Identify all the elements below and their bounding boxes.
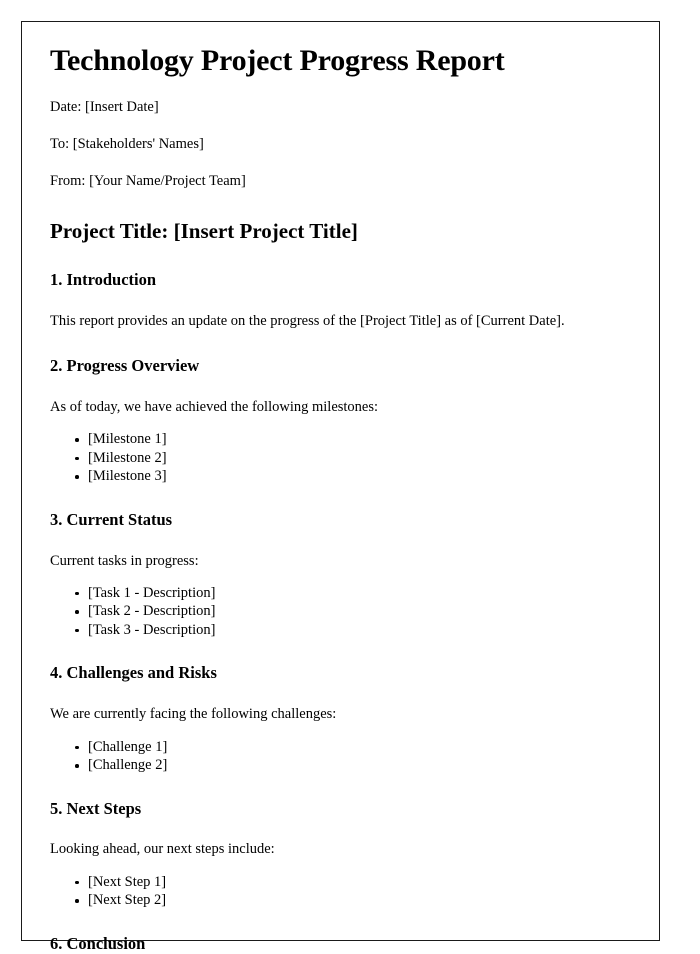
section-paragraph-progress-overview: As of today, we have achieved the follow… [50, 398, 379, 415]
task-list: [Task 1 - Description] [Task 2 - Descrip… [50, 584, 631, 640]
document-meta: Date: [Insert Date] To: [Stakeholders' N… [50, 99, 631, 191]
list-item: [Task 2 - Description] [75, 602, 631, 621]
project-title-heading: Project Title: [Insert Project Title] [50, 218, 358, 243]
list-item: [Next Step 2] [75, 891, 631, 910]
challenge-list: [Challenge 1] [Challenge 2] [50, 738, 631, 775]
section-heading-introduction: 1. Introduction [50, 269, 157, 289]
section-heading-challenges-and-risks: 4. Challenges and Risks [50, 663, 217, 683]
section-heading-progress-overview: 2. Progress Overview [50, 356, 200, 376]
document-body: Technology Project Progress Report Date:… [22, 22, 659, 954]
section-paragraph-challenges-and-risks: We are currently facing the following ch… [50, 706, 337, 723]
list-item: [Challenge 2] [75, 756, 631, 775]
document-page: Technology Project Progress Report Date:… [21, 21, 660, 953]
list-item: [Task 3 - Description] [75, 621, 631, 640]
list-item: [Next Step 1] [75, 873, 631, 892]
section-paragraph-introduction: This report provides an update on the pr… [50, 312, 565, 329]
meta-date: Date: [Insert Date] [50, 98, 159, 115]
section-heading-current-status: 3. Current Status [50, 509, 173, 529]
section-heading-next-steps: 5. Next Steps [50, 798, 142, 818]
list-item: [Milestone 1] [75, 430, 631, 449]
list-item: [Task 1 - Description] [75, 584, 631, 603]
meta-to: To: [Stakeholders' Names] [50, 135, 204, 152]
section-paragraph-current-status: Current tasks in progress: [50, 552, 199, 569]
section-paragraph-next-steps: Looking ahead, our next steps include: [50, 841, 275, 858]
list-item: [Challenge 1] [75, 738, 631, 757]
list-item: [Milestone 2] [75, 449, 631, 468]
meta-from: From: [Your Name/Project Team] [50, 173, 246, 190]
list-item: [Milestone 3] [75, 467, 631, 486]
page-title: Technology Project Progress Report [50, 44, 505, 77]
milestone-list: [Milestone 1] [Milestone 2] [Milestone 3… [50, 430, 631, 486]
section-heading-conclusion: 6. Conclusion [50, 933, 146, 953]
next-step-list: [Next Step 1] [Next Step 2] [50, 873, 631, 910]
